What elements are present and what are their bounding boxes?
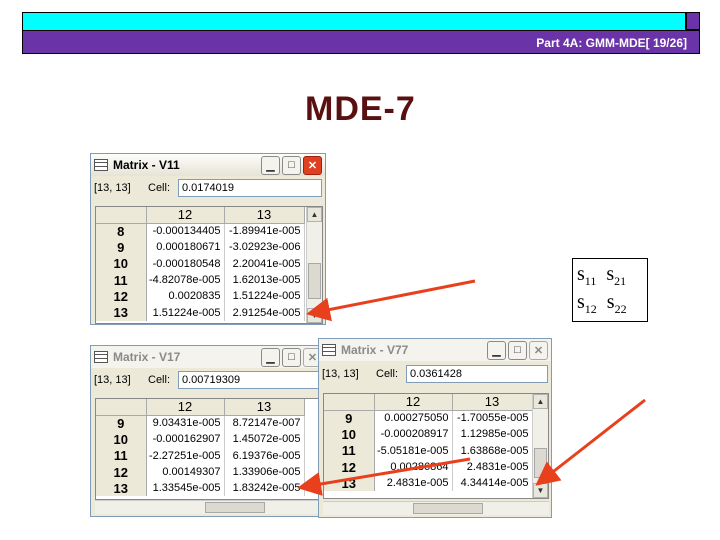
arrow-to-v17 [297,457,471,496]
arrow-to-v11 [306,279,476,322]
arrow-overlay [297,279,646,496]
arrow-to-v77 [535,398,646,486]
